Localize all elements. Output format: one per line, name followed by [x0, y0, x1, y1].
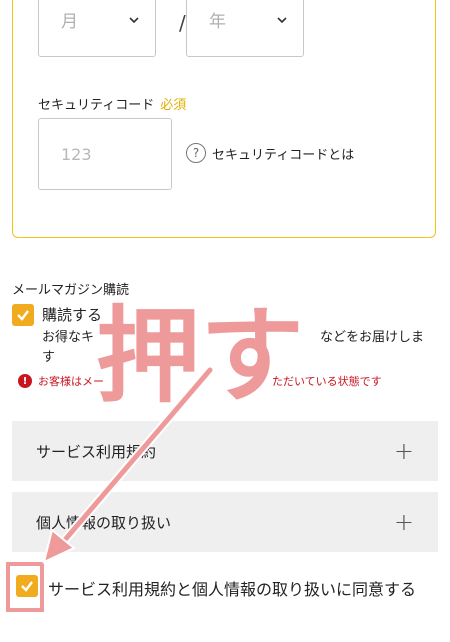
- newsletter-desc-start: お得なキ: [42, 330, 95, 345]
- newsletter-warning: ! お客様はメー: [18, 373, 104, 389]
- check-icon: [17, 310, 29, 321]
- newsletter-desc-line2: す: [42, 350, 56, 365]
- warning-text-start: お客様はメー: [38, 375, 104, 388]
- security-code-label-text: セキュリティコード: [38, 98, 155, 113]
- expiry-month-value: 月: [61, 11, 78, 32]
- question-icon: ?: [186, 143, 206, 163]
- expiry-separator: /: [179, 11, 186, 35]
- security-code-help-text: セキュリティコードとは: [212, 147, 355, 163]
- accordion-privacy-policy[interactable]: 個人情報の取り扱い +: [12, 492, 438, 552]
- security-code-label: セキュリティコード 必須: [38, 94, 186, 113]
- check-icon: [21, 581, 33, 592]
- annotation-text: 押す: [96, 295, 304, 417]
- agree-label: サービス利用規約と個人情報の取り扱いに同意する: [48, 580, 417, 599]
- agree-checkbox[interactable]: [16, 575, 38, 597]
- accordion-terms-of-service[interactable]: サービス利用規約 +: [12, 421, 438, 481]
- security-code-input[interactable]: 123: [38, 118, 172, 190]
- security-code-placeholder: 123: [61, 145, 92, 164]
- plus-icon: +: [393, 508, 414, 536]
- newsletter-checkbox[interactable]: [12, 304, 34, 326]
- accordion-label: 個人情報の取り扱い: [36, 513, 172, 532]
- expiry-month-select[interactable]: 月: [38, 0, 156, 57]
- accordion-label: サービス利用規約: [36, 442, 157, 461]
- security-code-help-link[interactable]: ? セキュリティコードとは: [186, 143, 354, 163]
- newsletter-title: メールマガジン購読: [12, 283, 130, 298]
- newsletter-desc-end: などをお届けしま: [320, 330, 425, 345]
- newsletter-warning-end: ただいている状態です: [272, 373, 382, 389]
- plus-icon: +: [393, 437, 414, 465]
- required-badge: 必須: [160, 98, 187, 113]
- warning-text-end: ただいている状態です: [272, 375, 382, 388]
- warning-icon: !: [18, 374, 32, 388]
- chevron-down-icon: [277, 17, 287, 24]
- expiry-year-select[interactable]: 年: [186, 0, 304, 57]
- chevron-down-icon: [129, 17, 139, 24]
- expiry-year-value: 年: [209, 11, 226, 32]
- newsletter-checkbox-label: 購読する: [42, 306, 103, 324]
